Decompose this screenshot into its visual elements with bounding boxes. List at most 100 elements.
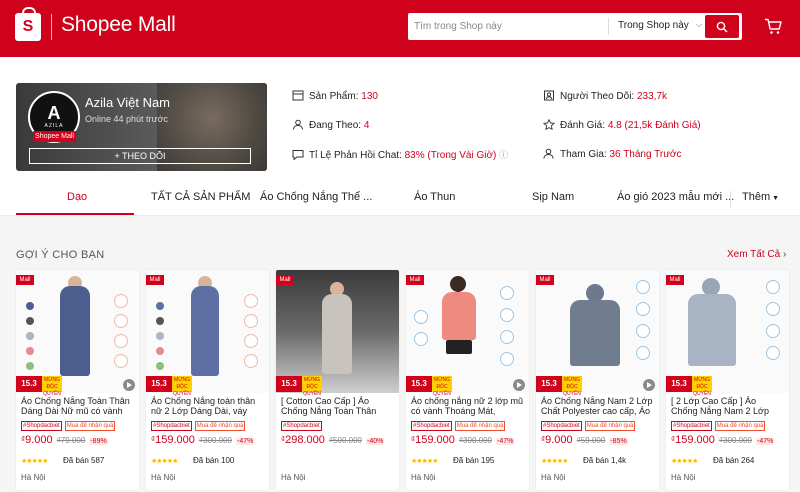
old-price: ₫300.000 [198,436,232,445]
caret-down-icon: ▼ [770,195,779,202]
discount-badge: -85% [609,438,628,445]
tab-tshirt[interactable]: Áo Thun [414,191,455,203]
tab-dao[interactable]: Dạo [67,191,87,203]
promo-banner: 15.3 MỪNG ĐỘC QUYỀN [666,376,789,397]
product-card[interactable]: Mall 15.3 MỪNG ĐỘC QUYỀN Áo Chống Nắng to… [146,270,269,490]
feature-icon [500,286,514,300]
product-card[interactable]: Mall 15.3 MỪNG ĐỘC QUYỀN [ Cotton Cao Cấp… [276,270,399,490]
brand-logo-text[interactable]: Shopee Mall [61,13,176,37]
stat-products-value: 130 [361,91,378,102]
location: Hà Nội [21,473,46,482]
feature-icon [414,310,428,324]
stat-followers-value: 233,7k [637,91,668,102]
model-figure [322,294,352,374]
section-title: GỢI Ý CHO BẠN [16,249,105,261]
feature-icon [244,294,258,308]
old-price: ₫300.000 [718,436,752,445]
see-all-link[interactable]: Xem Tất Cả › [727,249,786,260]
rating-stars: ★★★★★ [411,458,438,465]
shop-online-status: Online 44 phút trước [85,114,168,124]
sold-count: Đã bán 264 [713,456,755,465]
model-head [450,276,466,292]
shop-nav-tabs: Dạo TẤT CẢ SẢN PHẨM Áo Chống Nắng Thể ..… [0,184,800,216]
color-swatch [156,362,164,370]
chevron-down-icon[interactable]: ⌵ [696,20,702,30]
mall-tag: Mall [666,275,684,285]
discount-badge: -89% [89,438,108,445]
play-video-icon[interactable] [123,379,135,391]
product-card[interactable]: Mall 15.3 MỪNG ĐỘC QUYỀN Áo chống nắng nữ… [406,270,529,490]
feature-icon [500,330,514,344]
feature-icon [244,334,258,348]
stat-following-label: Đang Theo: [309,120,362,131]
price-row: ₫159.000 ₫300.000 -47% [151,434,255,446]
promo-banner: 15.3 MỪNG ĐỘC QUYỀN [406,376,529,397]
tab-sun-jacket[interactable]: Áo Chống Nắng Thể ... [260,191,372,203]
tab-all-products[interactable]: TẤT CẢ SẢN PHẨM [151,191,250,203]
price: 159.000 [675,434,715,446]
stat-followers-label: Người Theo Dõi: [560,91,635,102]
stat-following-value: 4 [363,120,370,131]
product-card[interactable]: Mall 15.3 MỪNG ĐỘC QUYỀN [ 2 Lớp Cao Cấp … [666,270,789,490]
active-tab-indicator [16,213,134,215]
promo-date: 15.3 [276,376,302,392]
price-row: ₫9.000 ₫59.000 -85% [541,434,628,446]
product-card[interactable]: Mall 15.3 MỪNG ĐỘC QUYỀN Áo Chống Nắng To… [16,270,139,490]
gift-tag: Mua để nhận quà [454,421,506,431]
product-image[interactable]: Mall 15.3 MỪNG ĐỘC QUYỀN [276,270,399,397]
tab-men-briefs[interactable]: Sịp Nam [532,191,574,203]
stat-rating-value: 4.8 (21,5k Đánh Giá) [607,120,701,131]
promo-date: 15.3 [536,376,562,392]
play-video-icon[interactable] [513,379,525,391]
stat-joined: Tham Gia: 36 Tháng Trước [543,148,681,160]
product-name[interactable]: Áo chống nắng nữ 2 lớp mũ có vành Thoáng… [411,396,524,416]
play-video-icon[interactable] [643,379,655,391]
follow-button[interactable]: + THEO DÕI [29,148,251,164]
rating-stars: ★★★★★ [541,458,568,465]
promo-label: MỪNG ĐỘC QUYỀN [692,376,712,397]
feature-icon [636,324,650,338]
feature-icon [244,354,258,368]
tab-windbreaker[interactable]: Áo gió 2023 mẫu mới ... [617,191,734,203]
product-image[interactable]: Mall 15.3 MỪNG ĐỘC QUYỀN [536,270,659,397]
stat-followers: Người Theo Dõi: 233,7k [543,90,667,102]
feature-icon [114,314,128,328]
product-name[interactable]: Áo Chống Nắng Nam 2 Lớp Chất Polyester c… [541,396,654,416]
location: Hà Nội [541,473,566,482]
location: Hà Nội [411,473,436,482]
feature-icon [766,346,780,360]
shop-tag: #Shopdacbiet [151,421,192,431]
feature-icon [414,332,428,346]
product-name[interactable]: [ 2 Lớp Cao Cấp ] Áo Chống Nắng Nam 2 Lớ… [671,396,784,416]
model-figure [60,286,90,376]
search-icon [716,21,728,33]
product-card[interactable]: Mall 15.3 MỪNG ĐỘC QUYỀN Áo Chống Nắng Na… [536,270,659,490]
search-divider [608,18,609,35]
gift-tag: Mua để nhận quà [64,421,116,431]
feature-icon [766,324,780,338]
feature-icon [766,302,780,316]
discount-badge: -47% [756,438,775,445]
color-swatch [26,302,34,310]
price-row: ₫159.000 ₫300.000 -47% [671,434,775,446]
feature-icon [114,294,128,308]
gift-tag: Mua để nhận quà [714,421,766,431]
search-input[interactable] [414,13,604,40]
product-name[interactable]: [ Cotton Cao Cấp ] Áo Chống Nắng Toàn Th… [281,396,394,416]
product-image[interactable]: Mall 15.3 MỪNG ĐỘC QUYỀN [16,270,139,397]
info-icon[interactable]: ⓘ [499,150,508,160]
product-name[interactable]: Áo Chống Nắng toàn thân nữ 2 Lớp Dáng Dà… [151,396,264,416]
location: Hà Nội [151,473,176,482]
product-image[interactable]: Mall 15.3 MỪNG ĐỘC QUYỀN [406,270,529,397]
product-image[interactable]: Mall 15.3 MỪNG ĐỘC QUYỀN [146,270,269,397]
cart-icon[interactable] [764,18,782,35]
product-name[interactable]: Áo Chống Nắng Toàn Thân Dáng Dài Nữ mũ c… [21,396,134,416]
shopee-bag-icon[interactable]: S [15,7,41,41]
color-swatch [156,347,164,355]
search-button[interactable] [705,15,739,38]
product-image[interactable]: Mall 15.3 MỪNG ĐỘC QUYỀN [666,270,789,397]
tab-more[interactable]: Thêm ▼ [742,191,779,203]
old-price: ₫300.000 [458,436,492,445]
search-scope-select[interactable]: Trong Shop này [618,20,689,31]
feature-icon [500,308,514,322]
